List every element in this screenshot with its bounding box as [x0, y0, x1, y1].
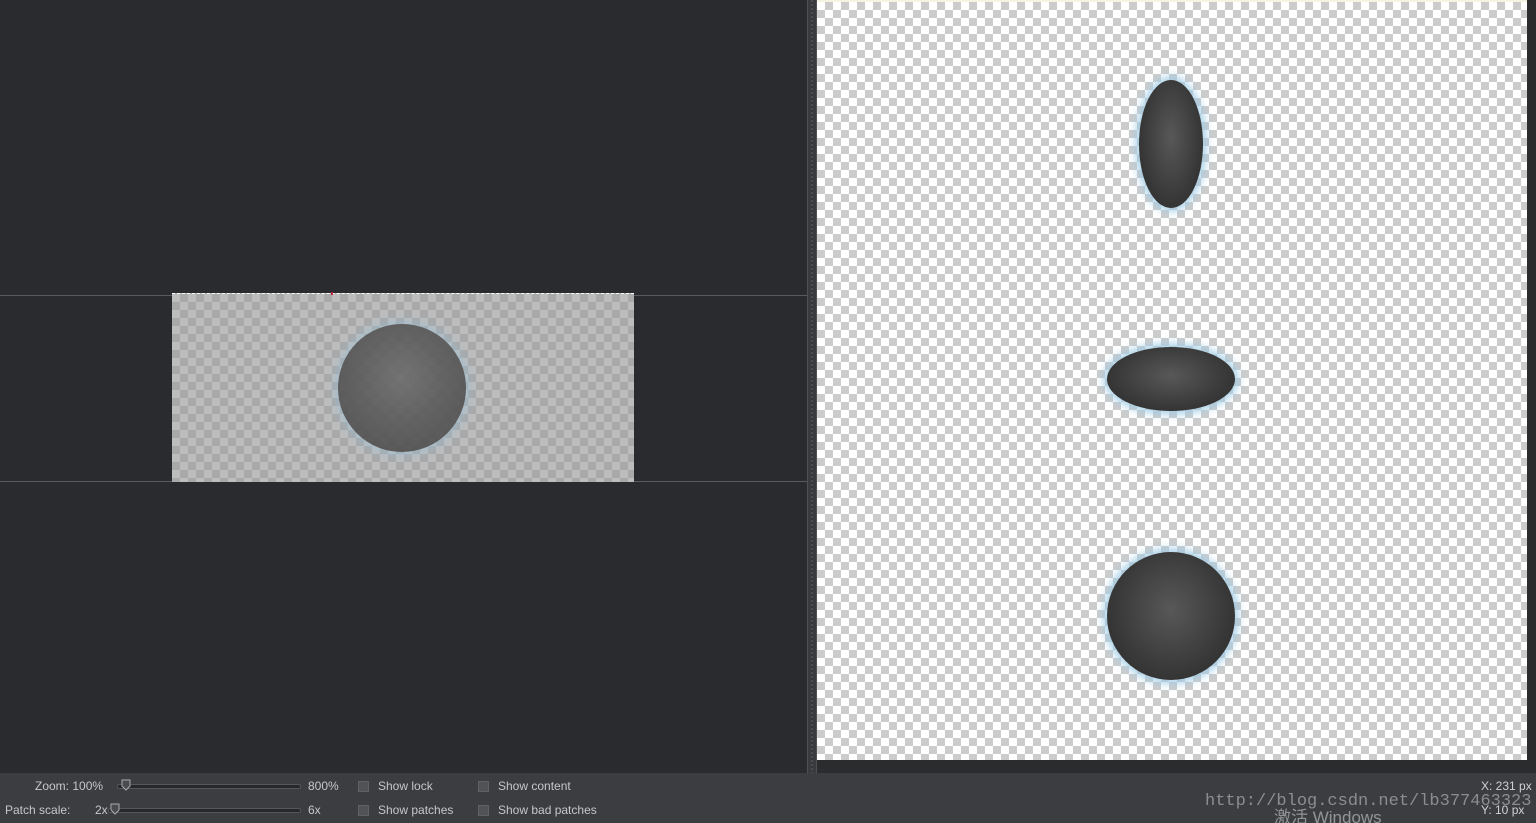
zoom-slider-thumb[interactable]	[121, 779, 131, 791]
zoom-label: Zoom: 100%	[35, 779, 104, 793]
preview-horizontal-stretch	[1107, 347, 1235, 411]
right-edge-strip	[1527, 0, 1536, 773]
zoom-max-label: 800%	[308, 779, 339, 793]
draw-9-patch-window: Zoom: 100% 800% Show lock Show content P…	[0, 0, 1536, 823]
patch-scale-slider-thumb[interactable]	[110, 803, 120, 815]
x-coordinate-readout: X: 231 px	[1481, 779, 1532, 793]
activate-windows-watermark: 激活 Windows	[1274, 808, 1382, 823]
show-lock-checkbox[interactable]	[358, 781, 369, 792]
stretch-preview-pane	[817, 2, 1527, 760]
preview-vertical-stretch	[1139, 80, 1203, 208]
patch-editor-canvas[interactable]	[0, 0, 807, 773]
preview-both-stretch	[1107, 552, 1235, 680]
show-bad-patches-label[interactable]: Show bad patches	[498, 803, 597, 817]
show-lock-label[interactable]: Show lock	[378, 779, 433, 793]
show-content-label[interactable]: Show content	[498, 779, 571, 793]
show-content-checkbox[interactable]	[478, 781, 489, 792]
nine-patch-image[interactable]	[172, 292, 634, 482]
patch-scale-label: Patch scale:	[5, 803, 71, 817]
patch-scale-max-label: 6x	[308, 803, 321, 817]
patch-scale-min-label: 2x	[95, 803, 108, 817]
show-patches-checkbox[interactable]	[358, 805, 369, 816]
show-bad-patches-checkbox[interactable]	[478, 805, 489, 816]
orb-image	[338, 324, 466, 452]
stretch-marker[interactable]	[331, 292, 333, 295]
zoom-slider-track[interactable]	[117, 784, 301, 789]
patch-scale-slider-track[interactable]	[108, 808, 301, 813]
show-patches-label[interactable]: Show patches	[378, 803, 453, 817]
pane-splitter[interactable]	[807, 0, 817, 773]
